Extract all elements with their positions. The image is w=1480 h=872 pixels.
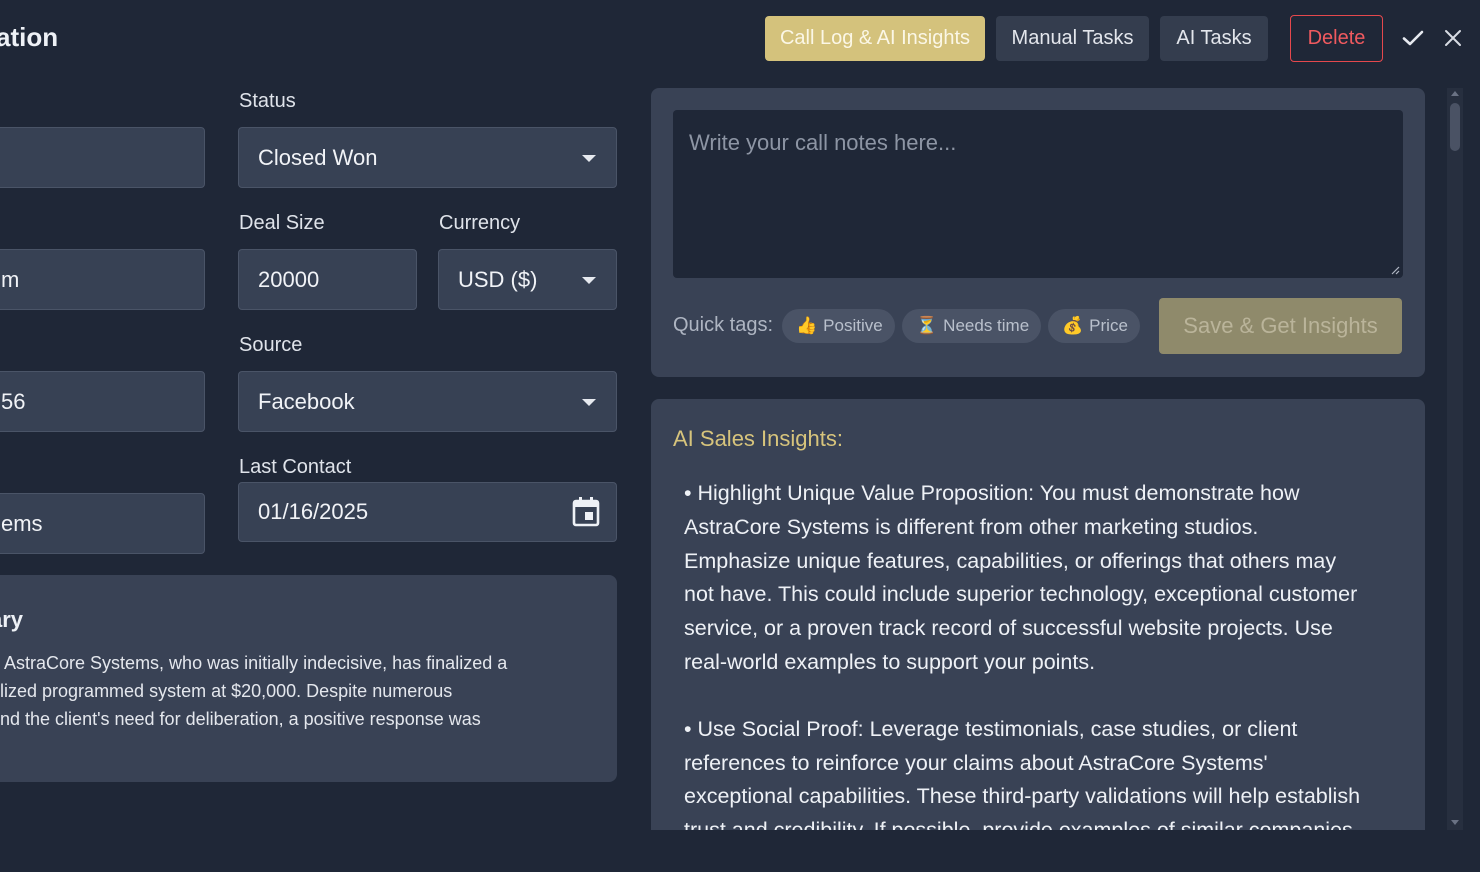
insight-line: AstraCore Systems is different from othe… [684, 514, 1259, 539]
last-contact-label: Last Contact [239, 456, 352, 478]
insight-line: Emphasize unique features, capabilities,… [684, 548, 1337, 573]
tab-call-log-ai-insights[interactable]: Call Log & AI Insights [765, 16, 985, 61]
quick-tag-price[interactable]: 💰 Price [1048, 309, 1140, 343]
close-icon [1445, 30, 1461, 46]
insight-line: real-world examples to support your poin… [684, 649, 1096, 674]
left-field-row1[interactable] [0, 127, 205, 188]
insight-line: service, or a proven track record of suc… [684, 616, 1333, 641]
call-notes-textarea[interactable]: Write your call notes here... [673, 110, 1403, 278]
insights-body: • Highlight Unique Value Proposition: Yo… [684, 477, 1414, 830]
quick-tag-needs-time[interactable]: ⏳ Needs time [902, 309, 1042, 343]
insight-line: trust and credibility. If possible, prov… [684, 814, 1414, 830]
insight-line: not have. This could include superior te… [684, 582, 1358, 607]
tab-manual-tasks[interactable]: Manual Tasks [996, 16, 1149, 61]
summary-line: n AstraCore Systems, who was initially i… [0, 653, 508, 673]
resize-grip-icon[interactable] [1390, 265, 1400, 275]
summary-line: alized programmed system at $20,000. Des… [0, 681, 453, 701]
status-value: Closed Won [258, 144, 378, 170]
chevron-down-icon [582, 399, 596, 406]
close-button[interactable] [1438, 22, 1468, 54]
quick-tag-positive[interactable]: 👍 Positive [782, 309, 895, 343]
tab-ai-tasks[interactable]: AI Tasks [1160, 16, 1268, 61]
calendar-icon[interactable] [572, 497, 600, 533]
quick-tag-label: Price [1089, 316, 1128, 335]
save-check-button[interactable] [1398, 22, 1428, 54]
status-select[interactable]: Closed Won [238, 127, 617, 188]
last-contact-date-input[interactable]: 01/16/2025 [238, 482, 617, 542]
summary-line: and the client's need for deliberation, … [0, 709, 481, 729]
scrollbar-track[interactable] [1447, 88, 1463, 830]
left-field-row4[interactable]: ems [0, 493, 205, 554]
currency-value: USD ($) [458, 266, 538, 292]
thumbs-up-icon: 👍 [796, 316, 818, 335]
chevron-down-icon [582, 155, 596, 162]
call-notes-card: Write your call notes here... Quick tags… [651, 88, 1425, 377]
quick-tag-label: Positive [823, 316, 883, 335]
summary-card: ary n AstraCore Systems, who was initial… [0, 575, 617, 782]
check-icon [1402, 30, 1424, 46]
insight-line: references to reinforce your claims abou… [684, 750, 1268, 775]
last-contact-value: 01/16/2025 [258, 499, 369, 524]
money-bag-icon: 💰 [1062, 316, 1084, 335]
deal-size-input[interactable]: 20000 [238, 249, 417, 310]
delete-button[interactable]: Delete [1290, 15, 1383, 62]
source-label: Source [239, 334, 303, 356]
deal-size-label: Deal Size [239, 212, 325, 234]
scroll-up-arrow-icon[interactable] [1451, 91, 1459, 96]
source-value: Facebook [258, 388, 355, 414]
scrollbar-thumb[interactable] [1450, 103, 1460, 151]
insight-line: • Highlight Unique Value Proposition: Yo… [684, 481, 1300, 505]
call-notes-placeholder: Write your call notes here... [689, 130, 957, 155]
ai-insights-card: AI Sales Insights: • Highlight Unique Va… [651, 399, 1425, 830]
status-label: Status [239, 90, 296, 112]
quick-tag-label: Needs time [943, 316, 1030, 335]
left-field-row2[interactable]: m [0, 249, 205, 310]
insight-line: exceptional capabilities. These third-pa… [684, 784, 1361, 809]
save-get-insights-button[interactable]: Save & Get Insights [1159, 298, 1402, 354]
quick-tags-label: Quick tags: [673, 314, 774, 336]
source-select[interactable]: Facebook [238, 371, 617, 432]
scroll-down-arrow-icon[interactable] [1451, 820, 1459, 825]
chevron-down-icon [582, 277, 596, 284]
left-field-row3[interactable]: 56 [0, 371, 205, 432]
summary-heading: ary [0, 607, 24, 632]
insight-line: • Use Social Proof: Leverage testimonial… [684, 716, 1298, 741]
summary-text: n AstraCore Systems, who was initially i… [0, 649, 617, 733]
currency-select[interactable]: USD ($) [438, 249, 617, 310]
currency-label: Currency [439, 212, 521, 234]
page-title: ation [0, 22, 59, 52]
insights-title: AI Sales Insights: [673, 426, 843, 451]
hourglass-icon: ⏳ [916, 316, 938, 335]
